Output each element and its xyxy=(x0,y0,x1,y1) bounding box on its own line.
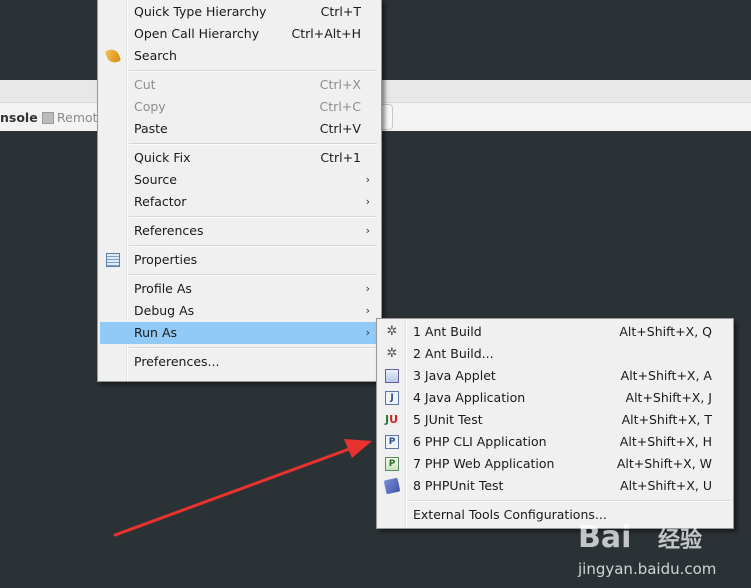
annotation-arrow-shaft xyxy=(113,446,354,537)
annotation-arrow xyxy=(113,439,372,537)
annotation-arrow-head xyxy=(344,439,372,458)
